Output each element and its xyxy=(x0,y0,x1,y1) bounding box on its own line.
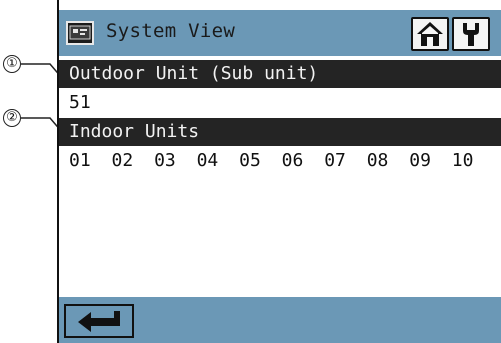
outdoor-unit-list: 51 xyxy=(69,92,101,113)
wrench-icon xyxy=(463,23,479,46)
settings-button[interactable] xyxy=(452,17,490,51)
bottom-bar xyxy=(59,297,501,343)
title-bar: System View xyxy=(59,10,501,56)
indoor-unit-number[interactable]: 06 xyxy=(282,150,304,171)
callout-2: ② xyxy=(3,109,21,127)
indoor-units-header: Indoor Units xyxy=(59,118,501,146)
indoor-unit-number[interactable]: 09 xyxy=(409,150,431,171)
home-button[interactable] xyxy=(411,17,449,51)
indoor-unit-number[interactable]: 02 xyxy=(112,150,134,171)
indoor-unit-number[interactable]: 04 xyxy=(197,150,219,171)
indoor-unit-number[interactable]: 03 xyxy=(154,150,176,171)
indoor-unit-number[interactable]: 01 xyxy=(69,150,91,171)
back-button[interactable] xyxy=(64,304,134,338)
indoor-unit-number[interactable]: 07 xyxy=(324,150,346,171)
indoor-unit-list: 01 02 03 04 05 06 07 08 09 10 xyxy=(69,150,483,171)
touch-screen: System View Outdoor Unit (Sub unit) 51 I… xyxy=(57,0,501,343)
system-view-icon xyxy=(66,21,94,45)
outdoor-unit-number[interactable]: 51 xyxy=(69,92,91,113)
indoor-unit-number[interactable]: 05 xyxy=(239,150,261,171)
outdoor-unit-header: Outdoor Unit (Sub unit) xyxy=(59,60,501,88)
indoor-unit-number[interactable]: 08 xyxy=(367,150,389,171)
page-title: System View xyxy=(106,20,236,42)
callout-1: ① xyxy=(3,55,21,73)
return-arrow-icon xyxy=(78,311,120,332)
indoor-unit-number[interactable]: 10 xyxy=(452,150,474,171)
home-icon xyxy=(417,22,443,46)
